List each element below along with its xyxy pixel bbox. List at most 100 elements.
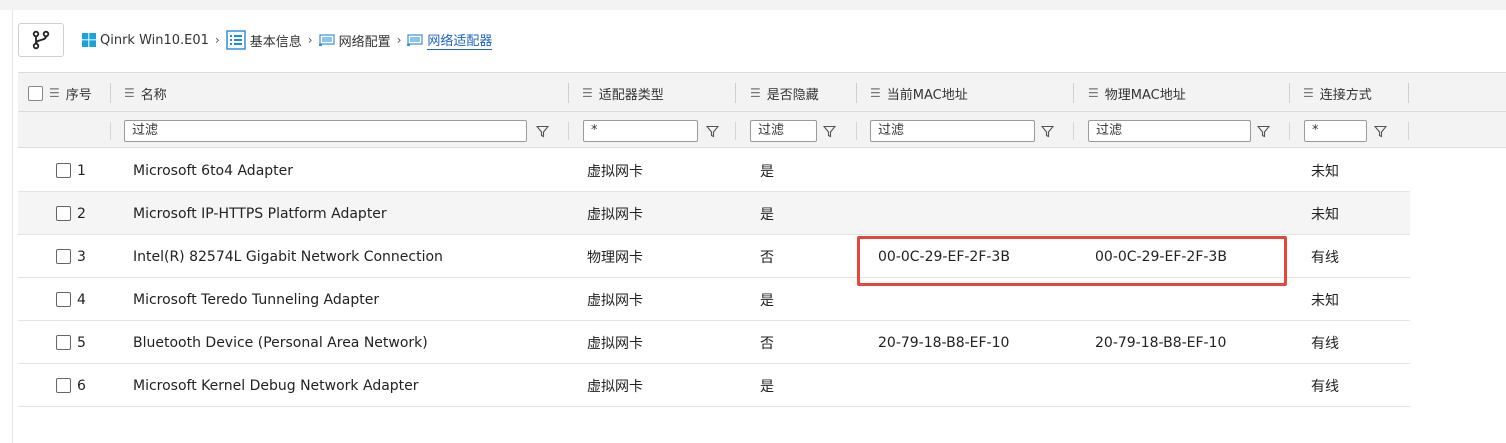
breadcrumb: Qinrk Win10.E01 › 基本信息 › 网络配置 › 网络适配器 <box>18 22 493 58</box>
row-checkbox[interactable] <box>56 335 71 350</box>
column-divider <box>1073 122 1074 140</box>
left-divider <box>12 10 13 443</box>
windows-icon <box>82 33 96 47</box>
connection-type: 有线 <box>1311 378 1339 395</box>
column-divider[interactable] <box>568 83 569 103</box>
column-label: 物理MAC地址 <box>1104 87 1186 103</box>
adapter-hidden: 否 <box>760 249 774 266</box>
filter-icon[interactable] <box>1039 122 1055 140</box>
column-menu-icon[interactable]: ☰ <box>750 86 761 100</box>
row-index: 2 <box>56 192 86 235</box>
connection-filter-select[interactable]: * <box>1304 120 1367 142</box>
column-menu-icon[interactable]: ☰ <box>582 86 593 100</box>
adapter-type: 虚拟网卡 <box>587 206 643 223</box>
column-menu-icon[interactable]: ☰ <box>1088 86 1099 100</box>
chevron-right-icon: › <box>307 33 313 47</box>
annotation-highlight-box <box>857 236 1287 286</box>
filter-icon[interactable] <box>1255 122 1271 140</box>
table-row[interactable]: 5 Bluetooth Device (Personal Area Networ… <box>18 321 1410 364</box>
row-checkbox[interactable] <box>56 378 71 393</box>
row-checkbox[interactable] <box>56 163 71 178</box>
select-all-checkbox[interactable] <box>28 85 43 101</box>
physical-mac-filter-input[interactable]: 过滤 <box>1088 120 1251 142</box>
column-divider[interactable] <box>1073 83 1074 103</box>
row-index: 6 <box>56 364 86 407</box>
physical-mac: 20-79-18-B8-EF-10 <box>1095 334 1227 351</box>
current-mac: 20-79-18-B8-EF-10 <box>878 334 1010 351</box>
row-checkbox[interactable] <box>56 249 71 264</box>
adapter-hidden: 是 <box>760 292 774 309</box>
filter-icon[interactable] <box>821 122 837 140</box>
table-header: ☰ 序号 ☰ 名称 ☰ 适配器类型 ☰ 是否隐藏 ☰ 当前MAC地址 ☰ 物理M… <box>18 72 1506 112</box>
row-checkbox[interactable] <box>56 206 71 221</box>
adapter-name: Microsoft Teredo Tunneling Adapter <box>133 291 380 308</box>
adapter-type: 物理网卡 <box>587 249 643 266</box>
list-icon <box>226 30 246 50</box>
row-index: 1 <box>56 149 86 192</box>
filter-icon[interactable] <box>1372 122 1388 140</box>
tree-toggle-button[interactable] <box>18 23 64 57</box>
filter-icon[interactable] <box>704 122 720 140</box>
adapter-type: 虚拟网卡 <box>587 378 643 395</box>
connection-type: 未知 <box>1311 206 1339 223</box>
column-divider <box>110 122 111 140</box>
adapter-name: Intel(R) 82574L Gigabit Network Connecti… <box>133 248 443 265</box>
adapter-name: Microsoft IP-HTTPS Platform Adapter <box>133 205 387 222</box>
connection-type: 未知 <box>1311 163 1339 180</box>
adapter-name: Bluetooth Device (Personal Area Network) <box>133 334 428 351</box>
breadcrumb-label: 网络适配器 <box>427 30 493 50</box>
adapter-name: Microsoft Kernel Debug Network Adapter <box>133 377 419 394</box>
column-menu-icon[interactable]: ☰ <box>1303 86 1314 100</box>
column-physical-mac[interactable]: ☰ 物理MAC地址 <box>1088 73 1186 113</box>
row-checkbox[interactable] <box>56 292 71 307</box>
breadcrumb-label: 网络配置 <box>338 34 391 50</box>
column-label: 是否隐藏 <box>766 87 819 103</box>
column-divider[interactable] <box>735 83 736 103</box>
breadcrumb-item-adapters[interactable]: 网络适配器 <box>407 30 493 50</box>
hidden-filter-input[interactable]: 过滤 <box>750 120 817 142</box>
adapter-type: 虚拟网卡 <box>587 335 643 352</box>
column-divider <box>568 122 569 140</box>
column-type[interactable]: ☰ 适配器类型 <box>582 73 664 113</box>
filter-icon[interactable] <box>534 122 550 140</box>
breadcrumb-item-network-config[interactable]: 网络配置 <box>318 31 391 50</box>
breadcrumb-item-basic-info[interactable]: 基本信息 <box>226 30 302 50</box>
network-icon <box>318 33 335 47</box>
adapter-hidden: 否 <box>760 335 774 352</box>
column-menu-icon[interactable]: ☰ <box>870 86 881 100</box>
column-hidden[interactable]: ☰ 是否隐藏 <box>750 73 819 113</box>
table-row[interactable]: 6 Microsoft Kernel Debug Network Adapter… <box>18 364 1410 407</box>
column-divider <box>856 122 857 140</box>
connection-type: 未知 <box>1311 292 1339 309</box>
column-connection[interactable]: ☰ 连接方式 <box>1303 73 1372 113</box>
column-divider[interactable] <box>1408 83 1409 103</box>
column-divider[interactable] <box>1289 83 1290 103</box>
table-row[interactable]: 2 Microsoft IP-HTTPS Platform Adapter 虚拟… <box>18 192 1410 235</box>
column-menu-icon[interactable]: ☰ <box>49 86 60 100</box>
column-label: 适配器类型 <box>598 87 664 103</box>
adapter-name: Microsoft 6to4 Adapter <box>133 162 294 179</box>
breadcrumb-label: 基本信息 <box>249 34 302 50</box>
column-divider <box>1408 122 1409 140</box>
table-row[interactable]: 1 Microsoft 6to4 Adapter 虚拟网卡 是 未知 <box>18 149 1410 192</box>
adapter-type: 虚拟网卡 <box>587 163 643 180</box>
column-menu-icon[interactable]: ☰ <box>124 86 135 100</box>
adapter-hidden: 是 <box>760 378 774 395</box>
breadcrumb-label: Qinrk Win10.E01 <box>100 32 209 48</box>
type-filter-select[interactable]: * <box>583 120 698 142</box>
connection-type: 有线 <box>1311 249 1339 266</box>
current-mac-filter-input[interactable]: 过滤 <box>870 120 1035 142</box>
row-index: 3 <box>56 235 86 278</box>
column-divider[interactable] <box>856 83 857 103</box>
column-current-mac[interactable]: ☰ 当前MAC地址 <box>870 73 968 113</box>
column-label: 当前MAC地址 <box>886 87 968 103</box>
adapter-hidden: 是 <box>760 206 774 223</box>
name-filter-input[interactable]: 过滤 <box>124 120 527 142</box>
column-name[interactable]: ☰ 名称 <box>124 73 167 113</box>
chevron-right-icon: › <box>214 33 220 47</box>
branch-icon <box>32 30 50 50</box>
breadcrumb-item-host[interactable]: Qinrk Win10.E01 <box>82 33 209 48</box>
column-index[interactable]: ☰ 序号 <box>28 73 92 113</box>
row-index: 5 <box>56 321 86 364</box>
column-divider[interactable] <box>110 83 111 103</box>
